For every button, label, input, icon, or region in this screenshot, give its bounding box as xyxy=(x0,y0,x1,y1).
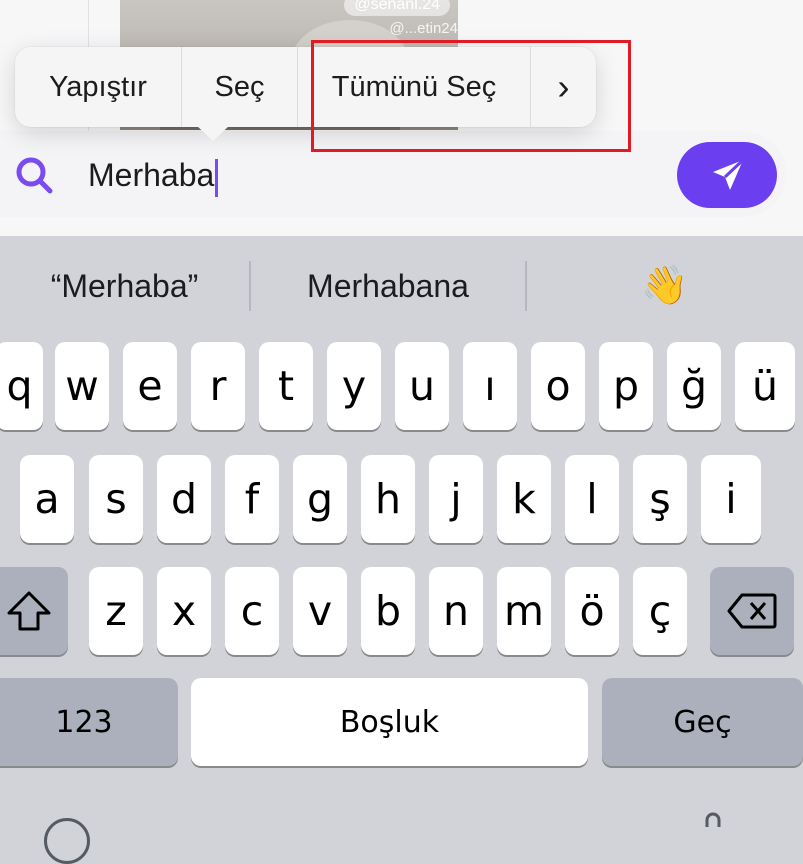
space-key[interactable]: Boşluk xyxy=(191,678,588,766)
key[interactable]: y xyxy=(327,342,381,430)
key[interactable]: ğ xyxy=(667,342,721,430)
key[interactable]: v xyxy=(293,567,347,655)
key[interactable]: ı xyxy=(463,342,517,430)
key[interactable]: t xyxy=(259,342,313,430)
key[interactable]: s xyxy=(89,455,143,543)
numbers-key[interactable]: 123 xyxy=(0,678,178,766)
return-key[interactable]: Geç xyxy=(602,678,803,766)
key[interactable]: ü xyxy=(735,342,795,430)
key[interactable]: d xyxy=(157,455,211,543)
key[interactable]: o xyxy=(531,342,585,430)
key[interactable]: q xyxy=(0,342,43,430)
key[interactable]: ç xyxy=(633,567,687,655)
username-watermark: @...etin24 xyxy=(389,20,458,37)
select-menu-item[interactable]: Seç xyxy=(182,47,298,127)
paste-menu-item[interactable]: Yapıştır xyxy=(15,47,182,127)
key[interactable]: f xyxy=(225,455,279,543)
search-icon[interactable] xyxy=(14,155,54,195)
key[interactable]: i xyxy=(701,455,761,543)
key[interactable]: l xyxy=(565,455,619,543)
key[interactable]: k xyxy=(497,455,551,543)
input-value: Merhaba xyxy=(88,157,215,193)
key[interactable]: ö xyxy=(565,567,619,655)
suggestions-bar: “Merhaba” Merhabana 👋 xyxy=(0,236,803,336)
backspace-icon xyxy=(727,593,777,629)
key[interactable]: u xyxy=(395,342,449,430)
suggestion-emoji[interactable]: 👋 xyxy=(527,236,803,336)
emoji-icon[interactable] xyxy=(44,818,90,864)
menu-pointer xyxy=(196,125,230,141)
highlight-annotation xyxy=(311,40,631,152)
key[interactable]: a xyxy=(20,455,74,543)
message-input[interactable]: Merhaba xyxy=(88,155,219,197)
key[interactable]: z xyxy=(89,567,143,655)
text-caret xyxy=(215,158,219,197)
key[interactable]: b xyxy=(361,567,415,655)
key[interactable]: c xyxy=(225,567,279,655)
key[interactable]: x xyxy=(157,567,211,655)
key[interactable]: r xyxy=(191,342,245,430)
key[interactable]: n xyxy=(429,567,483,655)
username-watermark: @senanl.24 xyxy=(344,0,450,16)
delete-key[interactable] xyxy=(710,567,794,655)
key[interactable]: e xyxy=(123,342,177,430)
send-icon xyxy=(713,158,745,190)
key[interactable]: h xyxy=(361,455,415,543)
key[interactable]: p xyxy=(599,342,653,430)
send-button[interactable] xyxy=(677,142,777,208)
suggestion-item[interactable]: “Merhaba” xyxy=(0,236,249,336)
shift-key[interactable] xyxy=(0,567,68,655)
key[interactable]: w xyxy=(55,342,109,430)
suggestion-item[interactable]: Merhabana xyxy=(251,236,525,336)
key[interactable]: ş xyxy=(633,455,687,543)
key[interactable]: m xyxy=(497,567,551,655)
key[interactable]: g xyxy=(293,455,347,543)
microphone-icon[interactable] xyxy=(700,812,726,827)
key[interactable]: j xyxy=(429,455,483,543)
shift-icon xyxy=(7,591,51,631)
